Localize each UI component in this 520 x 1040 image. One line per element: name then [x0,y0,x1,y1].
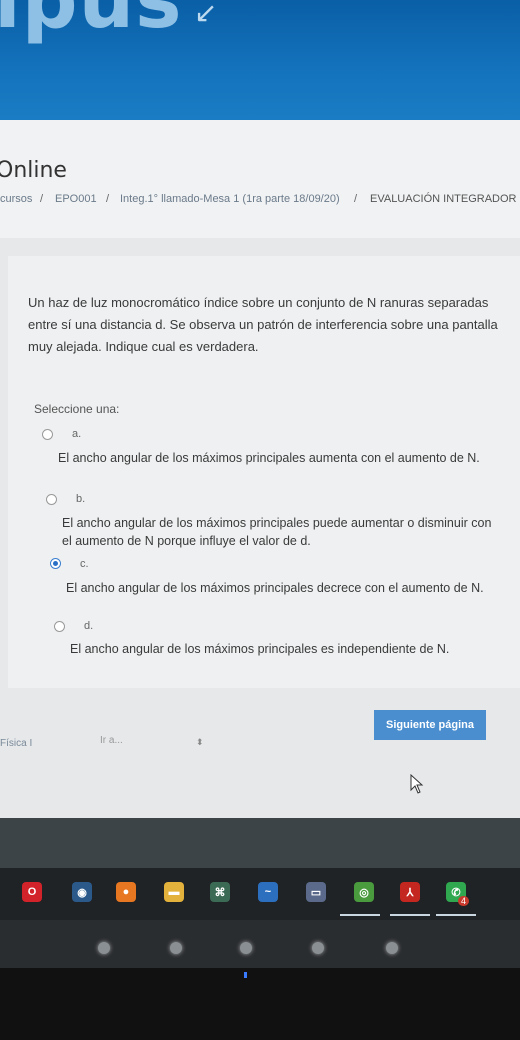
taskbar: O ◉ ● ▬ ⌘ ~ ▭ ◎ ⅄ ✆ [0,868,520,920]
breadcrumb-item-exam[interactable]: Integ.1° llamado-Mesa 1 (1ra parte 18/09… [120,193,340,205]
hardware-button-icon[interactable] [312,942,324,954]
page-title: Online [0,158,67,183]
breadcrumb-separator: / [354,193,358,205]
acrobat-icon[interactable]: ⅄ [400,882,420,902]
breadcrumb-item-cursos[interactable]: cursos [0,193,32,205]
site-banner: ipus ↙ [0,0,520,120]
option-d-letter: d. [84,620,94,632]
hardware-button-icon[interactable] [386,942,398,954]
breadcrumb-separator: / [106,193,110,205]
option-b-letter: b. [76,493,86,505]
power-led-icon [244,972,247,978]
option-d-radio[interactable] [54,621,65,632]
active-indicator [340,914,380,916]
app-icon[interactable]: ◉ [72,882,92,902]
next-page-button[interactable]: Siguiente página [374,710,486,740]
monitor-bottom-edge [0,968,520,1040]
mouse-cursor-icon [410,774,424,794]
breadcrumb-separator: / [40,193,44,205]
option-c-radio[interactable] [50,558,61,569]
option-a-letter: a. [72,428,82,440]
select-arrow-icon[interactable]: ⬍ [196,737,204,748]
hardware-button-icon[interactable] [98,942,110,954]
active-indicator [390,914,430,916]
hardware-button-icon[interactable] [170,942,182,954]
media-icon[interactable]: ● [116,882,136,902]
quiz-content: Un haz de luz monocromático índice sobre… [0,238,520,818]
option-b-text[interactable]: El ancho angular de los máximos principa… [62,514,502,550]
hardware-button-icon[interactable] [240,942,252,954]
site-logo[interactable]: ipus [0,0,183,46]
option-a-text[interactable]: El ancho angular de los máximos principa… [58,449,498,467]
option-b-radio[interactable] [46,494,57,505]
storage-icon[interactable]: ▭ [306,882,326,902]
question-box: Un haz de luz monocromático índice sobre… [8,256,520,688]
option-d-text[interactable]: El ancho angular de los máximos principa… [70,640,510,658]
edge-icon[interactable]: ~ [258,882,278,902]
page-header: Online cursos / EPO001 / Integ.1° llamad… [0,120,520,238]
calculator-icon[interactable]: ⌘ [210,882,230,902]
option-c-letter: c. [80,558,89,570]
course-link[interactable]: Física I [0,738,32,749]
jump-to-select[interactable]: Ir a... [100,735,206,753]
question-text: Un haz de luz monocromático índice sobre… [28,295,498,354]
breadcrumb-item-current: EVALUACIÓN INTEGRADOR [370,193,517,205]
folder-icon[interactable]: ▬ [164,882,184,902]
monitor-base [0,920,520,1040]
option-a-radio[interactable] [42,429,53,440]
option-c-text[interactable]: El ancho angular de los máximos principa… [66,579,502,597]
select-prompt: Seleccione una: [34,402,120,416]
notification-badge: 4 [458,896,470,906]
chrome-icon[interactable]: ◎ [354,882,374,902]
breadcrumb-item-course[interactable]: EPO001 [55,193,97,205]
active-indicator [436,914,476,916]
collapse-arrow-icon[interactable]: ↙ [194,0,217,29]
opera-icon[interactable]: O [22,882,42,902]
